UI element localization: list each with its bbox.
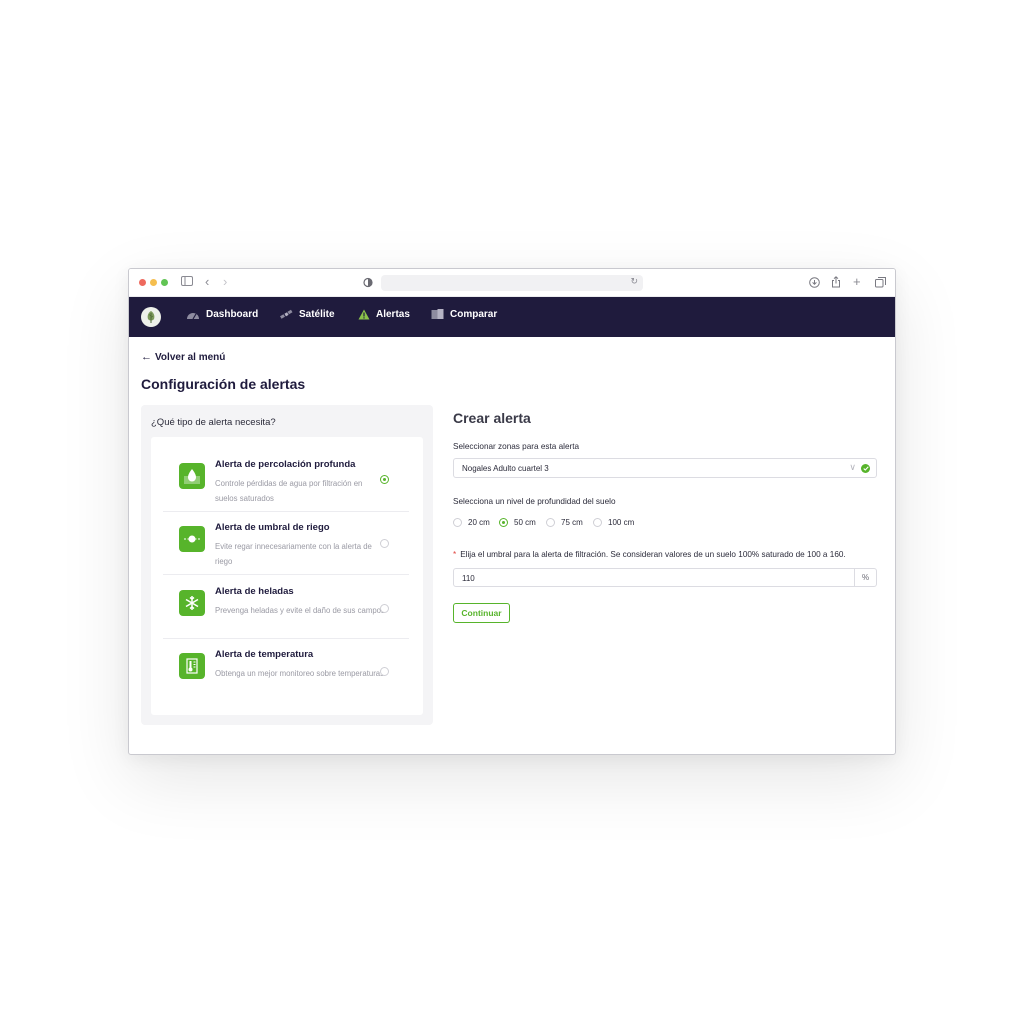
alert-option-description: Controle pérdidas de agua por filtración…	[215, 479, 363, 503]
download-icon[interactable]	[809, 277, 820, 292]
page-title: Configuración de alertas	[141, 376, 306, 392]
alert-option-radio[interactable]	[380, 667, 389, 676]
depth-radio-group: 20 cm 50 cm 75 cm 100 cm	[453, 518, 877, 530]
nav-dashboard-label: Dashboard	[206, 309, 259, 320]
threshold-label: * Elija el umbral para la alerta de filtr…	[453, 550, 846, 559]
nav-compare[interactable]: Comparar	[431, 309, 497, 320]
alert-option-radio[interactable]	[380, 539, 389, 548]
nav-alerts-label: Alertas	[376, 309, 410, 320]
zones-label: Seleccionar zonas para esta alerta	[453, 442, 580, 451]
alert-option-title: Alerta de umbral de riego	[215, 522, 330, 533]
browser-window: ‹ › ↻ + Dashboard Satélite Alertas Compa…	[128, 268, 896, 755]
satellite-icon	[280, 309, 293, 319]
alert-type-question: ¿Qué tipo de alerta necesita?	[151, 417, 276, 428]
alert-option-description: Obtenga un mejor monitoreo sobre tempera…	[215, 669, 385, 678]
depth-radio[interactable]	[499, 518, 508, 527]
back-to-menu-label: Volver al menú	[155, 351, 226, 363]
gauge-icon	[187, 312, 199, 319]
continue-button[interactable]: Continuar	[453, 603, 510, 623]
alert-type-panel: ¿Qué tipo de alerta necesita? Alerta de …	[141, 405, 433, 725]
depth-option-100[interactable]: 100 cm	[593, 518, 634, 527]
zones-select[interactable]: Nogales Adulto cuartel 3 ∨	[453, 458, 877, 478]
depth-radio[interactable]	[593, 518, 602, 527]
thermometer-icon	[179, 653, 205, 679]
forward-arrow-icon[interactable]: ›	[223, 275, 227, 289]
alert-option-radio[interactable]	[380, 475, 389, 484]
nav-satellite-label: Satélite	[299, 309, 335, 320]
alert-option-title: Alerta de heladas	[215, 586, 294, 597]
close-window-button[interactable]	[139, 279, 146, 286]
water-drop-icon	[179, 463, 205, 489]
window-controls	[139, 279, 168, 286]
depth-radio[interactable]	[546, 518, 555, 527]
alert-option-irrigation-threshold[interactable]: Alerta de umbral de riego Evite regar in…	[163, 512, 409, 575]
alert-option-title: Alerta de temperatura	[215, 649, 314, 660]
threshold-unit: %	[854, 569, 876, 586]
snowflake-icon	[179, 590, 205, 616]
nav-satellite[interactable]: Satélite	[280, 309, 335, 320]
depth-option-50[interactable]: 50 cm	[499, 518, 536, 527]
alert-option-title: Alerta de percolación profunda	[215, 459, 356, 470]
sidebar-toggle-icon[interactable]	[181, 276, 193, 290]
top-navbar: Dashboard Satélite Alertas Comparar	[129, 297, 895, 337]
depth-option-label: 75 cm	[561, 518, 583, 527]
create-alert-title: Crear alerta	[453, 410, 531, 426]
depth-radio[interactable]	[453, 518, 462, 527]
nav-dashboard[interactable]: Dashboard	[186, 309, 258, 320]
alert-option-frost[interactable]: Alerta de heladas Prevenga heladas y evi…	[163, 576, 409, 639]
depth-option-label: 20 cm	[468, 518, 490, 527]
nav-alerts[interactable]: Alertas	[358, 309, 410, 320]
reload-icon[interactable]: ↻	[630, 276, 638, 287]
back-arrow-icon[interactable]: ‹	[205, 275, 209, 289]
alert-option-radio[interactable]	[380, 604, 389, 613]
warning-icon	[358, 309, 370, 320]
check-circle-icon	[861, 464, 870, 473]
depth-option-75[interactable]: 75 cm	[546, 518, 583, 527]
maximize-window-button[interactable]	[161, 279, 168, 286]
minimize-window-button[interactable]	[150, 279, 157, 286]
depth-label: Selecciona un nivel de profundidad del s…	[453, 497, 616, 506]
alert-option-description: Prevenga heladas y evite el daño de sus …	[215, 606, 385, 615]
compare-icon	[431, 309, 444, 319]
privacy-shield-icon	[363, 277, 373, 292]
threshold-label-text: Elija el umbral para la alerta de filtra…	[460, 550, 846, 559]
new-tab-icon[interactable]: +	[853, 275, 861, 289]
threshold-input-value: 110	[462, 574, 475, 583]
alert-type-list: Alerta de percolación profunda Controle …	[151, 437, 423, 715]
threshold-icon	[179, 526, 205, 552]
required-mark: *	[453, 550, 457, 559]
arrow-left-icon: ←	[141, 351, 152, 363]
alert-option-temperature[interactable]: Alerta de temperatura Obtenga un mejor m…	[163, 639, 409, 702]
share-icon[interactable]	[831, 276, 841, 292]
zones-select-value: Nogales Adulto cuartel 3	[462, 464, 549, 473]
threshold-input[interactable]: 110 %	[453, 568, 877, 587]
main-content: ← Volver al menú Configuración de alerta…	[129, 337, 895, 754]
browser-toolbar: ‹ › ↻ +	[129, 269, 895, 297]
depth-option-20[interactable]: 20 cm	[453, 518, 490, 527]
tree-logo-icon	[147, 311, 155, 323]
back-to-menu-link[interactable]: ← Volver al menú	[141, 351, 225, 363]
depth-option-label: 50 cm	[514, 518, 536, 527]
app-logo[interactable]	[141, 307, 161, 327]
depth-option-label: 100 cm	[608, 518, 635, 527]
alert-option-description: Evite regar innecesariamente con la aler…	[215, 542, 372, 566]
nav-compare-label: Comparar	[450, 309, 498, 320]
chevron-down-icon: ∨	[849, 462, 856, 472]
address-bar[interactable]: ↻	[381, 275, 643, 291]
tabs-overview-icon[interactable]	[875, 277, 886, 292]
alert-option-percolation[interactable]: Alerta de percolación profunda Controle …	[163, 449, 409, 512]
